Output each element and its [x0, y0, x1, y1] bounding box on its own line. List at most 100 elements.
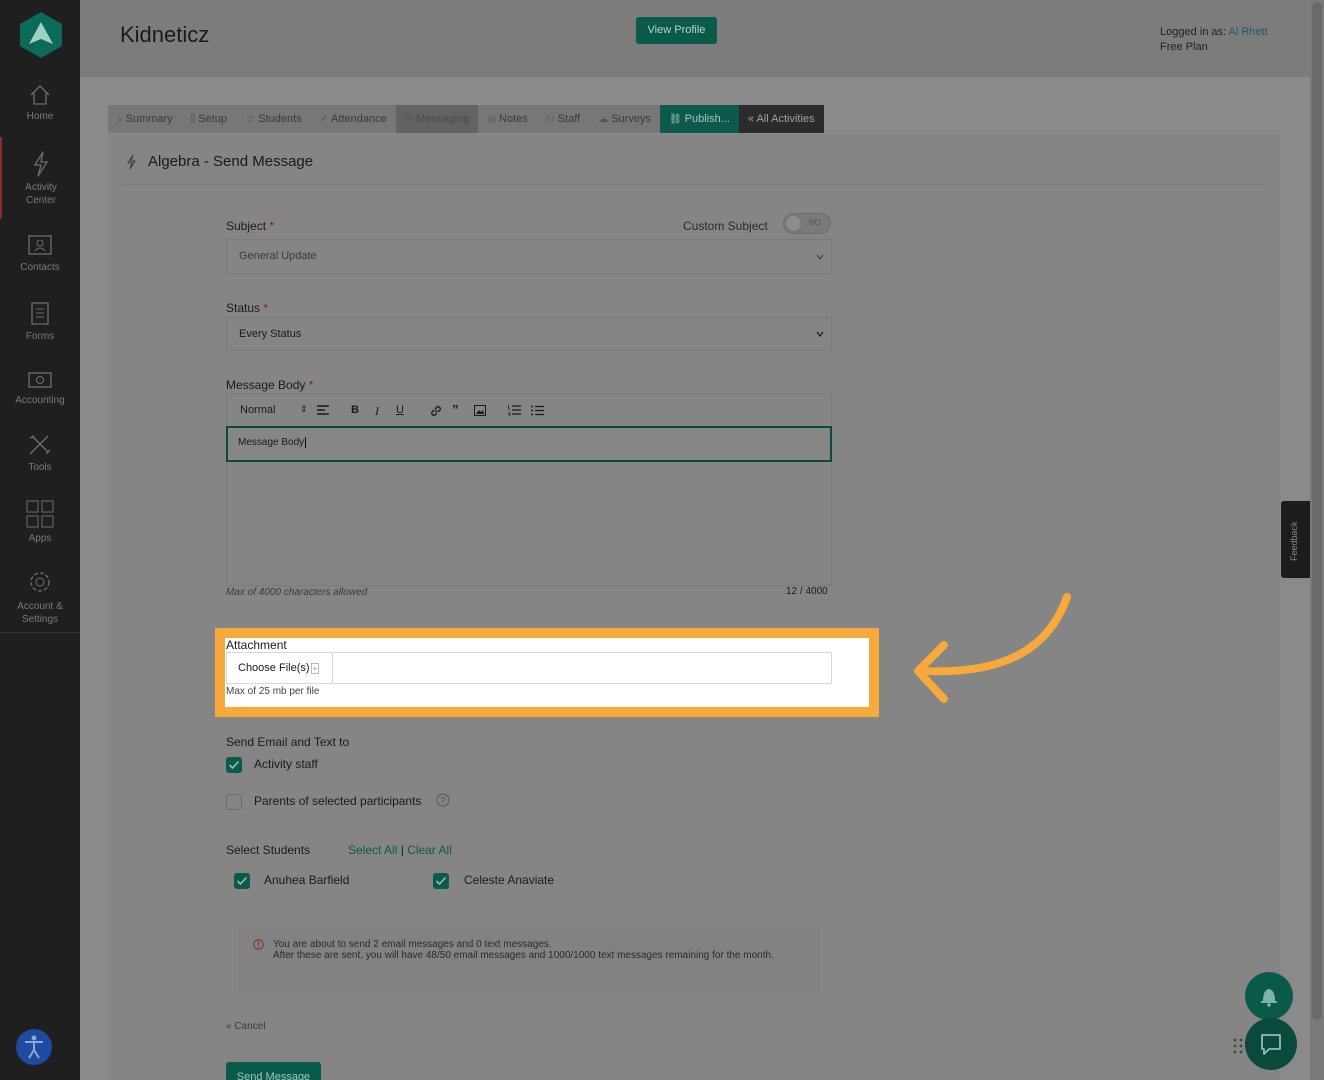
sidebar-item-contacts[interactable]: Contacts: [0, 233, 80, 274]
message-body-area[interactable]: [226, 462, 832, 586]
required-mark: *: [269, 219, 275, 233]
select-all-link[interactable]: Select All: [348, 843, 397, 857]
italic-icon[interactable]: I: [375, 404, 379, 419]
tab-notes[interactable]: ◎ Notes: [478, 105, 537, 133]
page-title: Algebra - Send Message: [148, 153, 314, 170]
underline-icon[interactable]: U: [396, 404, 404, 416]
accessibility-button[interactable]: [16, 1029, 52, 1065]
message-body-editor[interactable]: Message Body: [226, 426, 832, 462]
status-select[interactable]: Every Status: [226, 317, 832, 351]
tab-staff[interactable]: ⚇ Staff: [536, 105, 590, 133]
max-chars-note: Max of 4000 characters allowed: [226, 587, 368, 598]
custom-subject-toggle[interactable]: NO: [783, 213, 831, 234]
tab-students[interactable]: ☺ Students: [236, 105, 311, 133]
logo-icon[interactable]: [20, 12, 62, 58]
image-icon[interactable]: [474, 405, 486, 416]
link-icon[interactable]: [430, 405, 442, 417]
tab-surveys[interactable]: ☁ Surveys: [589, 105, 660, 133]
bold-icon[interactable]: B: [351, 404, 359, 416]
user-link[interactable]: Al Rhett: [1229, 26, 1268, 38]
activity-staff-label: Activity staff: [254, 757, 318, 771]
format-value: Normal: [240, 404, 276, 416]
summary-icon: ⌕: [117, 114, 123, 125]
clear-all-link[interactable]: Clear All: [407, 843, 452, 857]
required-mark: *: [263, 301, 269, 315]
info-line-2: After these are sent, you will have 48/5…: [273, 950, 774, 961]
activity-staff-checkbox[interactable]: [226, 757, 242, 773]
plan-label: Free Plan: [1160, 41, 1208, 53]
parents-checkbox[interactable]: [226, 794, 242, 810]
tab-label: « All Activities: [747, 113, 815, 125]
student-checkbox[interactable]: [234, 873, 250, 889]
ordered-list-icon[interactable]: [508, 405, 521, 416]
link-icon: ⛓: [668, 114, 682, 125]
tab-label: Students: [258, 113, 302, 125]
check-icon: [228, 760, 240, 770]
cancel-link[interactable]: « Cancel: [226, 1021, 265, 1032]
tab-summary[interactable]: ⌕ Summary: [108, 105, 182, 133]
bullet-list-icon[interactable]: [531, 405, 544, 416]
tab-attendance[interactable]: ✓ Attendance: [310, 105, 396, 133]
sidebar: Home Activity Center Contacts Forms Acco…: [0, 0, 80, 1080]
sidebar-item-label: Activity: [25, 182, 57, 193]
chevron-down-icon: [816, 254, 824, 260]
info-line-1: You are about to send 2 email messages a…: [273, 939, 552, 950]
text-cursor: [305, 437, 307, 448]
tab-setup[interactable]: ⫼ Setup: [181, 105, 237, 133]
tools-icon: [29, 435, 51, 455]
char-count: 12 / 4000: [786, 586, 828, 597]
sidebar-item-apps[interactable]: Apps: [0, 500, 80, 545]
attachment-file-input[interactable]: Choose File(s) +: [226, 652, 832, 684]
activity-tabs: ⌕ Summary ⫼ Setup ☺ Students ✓ Attendance ✉ M…: [108, 105, 824, 133]
sidebar-item-activity-center[interactable]: Activity Center: [0, 137, 80, 219]
feedback-tab[interactable]: Feedback: [1281, 501, 1310, 578]
subject-select[interactable]: General Update: [226, 239, 832, 274]
check-icon: [435, 876, 447, 886]
scrollbar-thumb[interactable]: [1312, 2, 1322, 1020]
tab-publish[interactable]: ⛓ Publish...: [659, 105, 739, 133]
tab-messaging[interactable]: ✉ Messaging: [395, 105, 479, 133]
sidebar-item-label: Tools: [28, 462, 52, 473]
tab-all-activities[interactable]: « All Activities: [738, 105, 824, 133]
subject-label: Subject *: [226, 219, 274, 233]
sidebar-item-tools[interactable]: Tools: [0, 433, 80, 474]
required-mark: *: [308, 378, 314, 392]
check-icon: [236, 876, 248, 886]
subject-label-text: Subject: [226, 219, 267, 233]
chat-button[interactable]: [1245, 1018, 1297, 1070]
surveys-icon: ☁: [598, 114, 609, 125]
send-message-panel: Algebra - Send Message Subject * Custom …: [108, 134, 1280, 1080]
tab-label: Setup: [198, 113, 228, 125]
attendance-icon: ✓: [319, 114, 329, 125]
tab-label: Publish...: [684, 113, 730, 125]
attachment-note: Max of 25 mb per file: [226, 686, 320, 697]
status-label-text: Status: [226, 301, 261, 315]
sidebar-item-forms[interactable]: Forms: [0, 300, 80, 343]
student-name: Celeste Anaviate: [464, 873, 555, 887]
help-icon[interactable]: ?: [436, 793, 450, 807]
drag-handle-icon[interactable]: [1233, 1038, 1243, 1054]
svg-text:?: ?: [441, 796, 446, 806]
sidebar-item-accounting[interactable]: Accounting: [0, 370, 80, 407]
choose-files-button[interactable]: Choose File(s) +: [227, 653, 333, 683]
money-icon: [28, 372, 52, 388]
quote-icon[interactable]: ”: [452, 402, 459, 417]
view-profile-button[interactable]: View Profile: [636, 17, 717, 44]
align-icon[interactable]: [317, 405, 329, 416]
notifications-button[interactable]: [1245, 972, 1293, 1020]
sidebar-item-label-2: Settings: [21, 614, 59, 625]
tab-label: Notes: [499, 113, 528, 125]
format-select[interactable]: Normal: [240, 404, 275, 416]
student-checkbox[interactable]: [433, 873, 449, 889]
staff-icon: ⚇: [545, 114, 555, 125]
send-message-button[interactable]: Send Message: [226, 1062, 321, 1080]
sidebar-item-home[interactable]: Home: [0, 84, 80, 123]
plus-icon: +: [310, 663, 320, 674]
bolt-icon: [33, 151, 49, 177]
separator: |: [400, 843, 404, 857]
message-body-label: Message Body *: [226, 378, 313, 392]
status-label: Status *: [226, 301, 268, 315]
bolt-icon: [127, 154, 136, 170]
sidebar-item-account-settings[interactable]: Account & Settings: [0, 568, 80, 626]
tab-label: Attendance: [331, 113, 387, 125]
